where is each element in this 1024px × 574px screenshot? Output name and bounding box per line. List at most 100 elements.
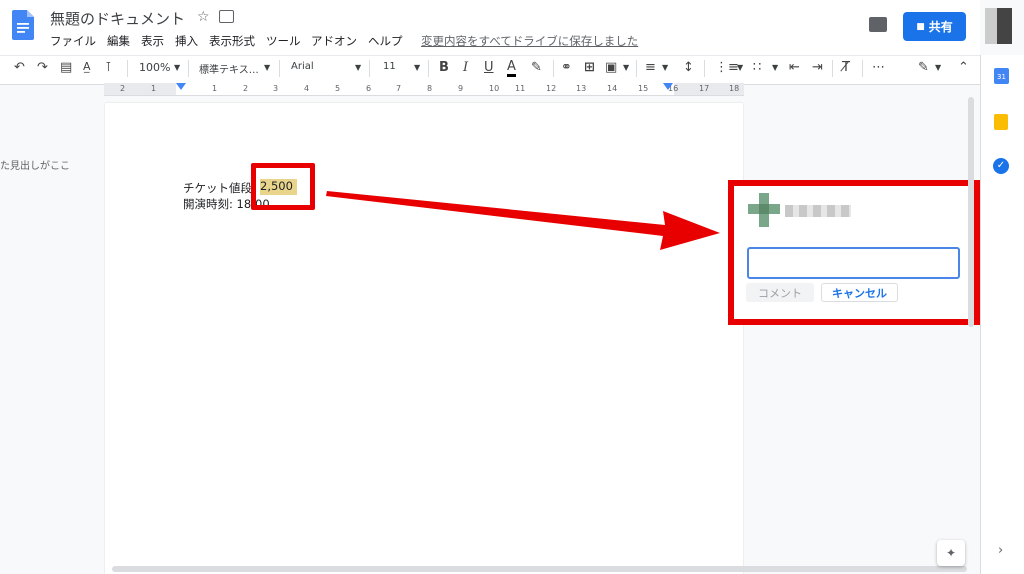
redo-icon[interactable]: ↷ [37,60,48,75]
highlight-pen-icon[interactable]: ✎ [531,60,542,75]
bulleted-list-icon[interactable]: ∷ [753,60,761,75]
collapse-menus-icon[interactable]: ⌃ [958,60,969,75]
ruler-tick-label: 1 [212,84,218,93]
toolbar-divider [862,60,863,77]
italic-button[interactable]: I [463,60,468,75]
menu-view[interactable]: 表示 [141,33,164,49]
bold-button[interactable]: B [439,60,449,75]
menu-help[interactable]: ヘルプ [368,33,403,49]
account-avatar[interactable] [985,8,1012,44]
tasks-icon[interactable]: ✓ [993,158,1009,174]
commenter-avatar [748,193,780,227]
undo-icon[interactable]: ↶ [14,60,25,75]
menu-tools[interactable]: ツール [266,33,301,49]
ruler-tick-label: 18 [729,84,740,93]
comment-submit-button[interactable]: コメント [746,283,814,302]
ruler-tick-label: 10 [489,84,500,93]
ruler-tick-label: 9 [458,84,464,93]
add-comment-icon[interactable]: ⊞ [584,60,595,75]
side-panel [980,55,1024,574]
toolbar-divider [704,60,705,77]
more-options-icon[interactable]: ⋯ [872,60,885,75]
editing-mode-icon[interactable]: ✎ [918,60,929,75]
line-spacing-icon[interactable]: ↕ [683,60,694,75]
chevron-down-icon: ▼ [355,63,362,72]
clear-formatting-icon[interactable]: T̸ [842,60,850,75]
chevron-right-icon[interactable]: › [998,543,1003,558]
chevron-down-icon: ▼ [935,63,942,72]
menu-format[interactable]: 表示形式 [209,33,255,49]
style-select[interactable]: 標準テキス… [199,61,259,76]
font-select[interactable]: Arial [291,61,314,72]
print-icon[interactable]: ▤ [60,60,72,75]
calendar-icon[interactable]: 31 [994,68,1009,84]
explore-icon: ✦ [945,546,957,560]
ruler-tick-label: 4 [304,84,310,93]
ruler-tick-label: 1 [151,84,157,93]
ruler-tick-label: 2 [243,84,249,93]
share-label: 共有 [928,20,953,34]
annotation-arrow [326,191,720,250]
chevron-down-icon: ▼ [174,63,181,72]
chevron-down-icon: ▼ [414,63,421,72]
chevron-down-icon: ▼ [737,63,744,72]
toolbar-divider [553,60,554,77]
document-title[interactable]: 無題のドキュメント [50,8,185,29]
share-button[interactable]: ■ 共有 [903,12,966,41]
ruler-tick-label: 13 [576,84,587,93]
toolbar-divider [188,60,189,77]
ruler-tick-label: 6 [366,84,372,93]
numbered-list-icon[interactable]: ⋮≡ [715,60,739,75]
chevron-down-icon: ▼ [264,63,271,72]
save-status-link[interactable]: 変更内容をすべてドライブに保存しました [421,33,638,49]
annotation-box-price [251,163,315,210]
toolbar-divider [636,60,637,77]
doc-line-ticket-price[interactable]: チケット値段: [183,180,256,196]
ruler-tick-label: 2 [120,84,126,93]
ruler-margin-left [104,83,176,95]
horizontal-scrollbar[interactable] [112,566,967,572]
increase-indent-icon[interactable]: ⇥ [812,60,823,75]
ruler-tick-label: 14 [607,84,618,93]
spellcheck-icon[interactable]: A̲ [83,60,91,73]
menu-file[interactable]: ファイル [50,33,96,49]
ruler-tick-label: 11 [515,84,526,93]
keep-icon[interactable] [994,114,1008,130]
explore-button[interactable]: ✦ [937,540,965,566]
docs-logo-icon[interactable] [12,10,34,40]
font-size-select[interactable]: 11 [383,61,396,72]
lock-icon: ■ [916,21,925,32]
comment-cancel-button[interactable]: キャンセル [821,283,898,302]
ruler-tick-label: 15 [638,84,649,93]
menu-addons[interactable]: アドオン [311,33,357,49]
toolbar-divider [369,60,370,77]
comment-input[interactable] [747,247,960,279]
align-left-icon[interactable]: ≡ [645,60,656,75]
star-icon[interactable]: ☆ [197,9,210,25]
underline-button[interactable]: U [484,60,494,75]
move-folder-icon[interactable] [219,10,234,23]
zoom-select[interactable]: 100% [139,61,170,74]
menu-insert[interactable]: 挿入 [175,33,198,49]
toolbar-divider [127,60,128,77]
toolbar-divider [428,60,429,77]
insert-image-icon[interactable]: ▣ [605,60,617,75]
outline-hint: た見出しがここ [0,161,70,172]
ruler-tick-label: 8 [427,84,433,93]
chevron-down-icon: ▼ [623,63,630,72]
ruler-tick-label: 5 [335,84,341,93]
comment-history-icon[interactable] [869,17,887,32]
right-indent-marker[interactable] [663,83,673,90]
paint-format-icon[interactable]: ⊺ [105,60,112,75]
decrease-indent-icon[interactable]: ⇤ [789,60,800,75]
toolbar-divider [832,60,833,77]
menu-edit[interactable]: 編集 [107,33,130,49]
text-color-button[interactable]: A [507,60,516,77]
document-page[interactable] [105,103,743,574]
ruler-tick-label: 7 [396,84,402,93]
chevron-down-icon: ▼ [772,63,779,72]
left-indent-marker[interactable] [176,83,186,90]
link-icon[interactable]: ⚭ [561,60,572,75]
ruler-tick-label: 17 [699,84,710,93]
vertical-scrollbar[interactable] [968,97,974,327]
